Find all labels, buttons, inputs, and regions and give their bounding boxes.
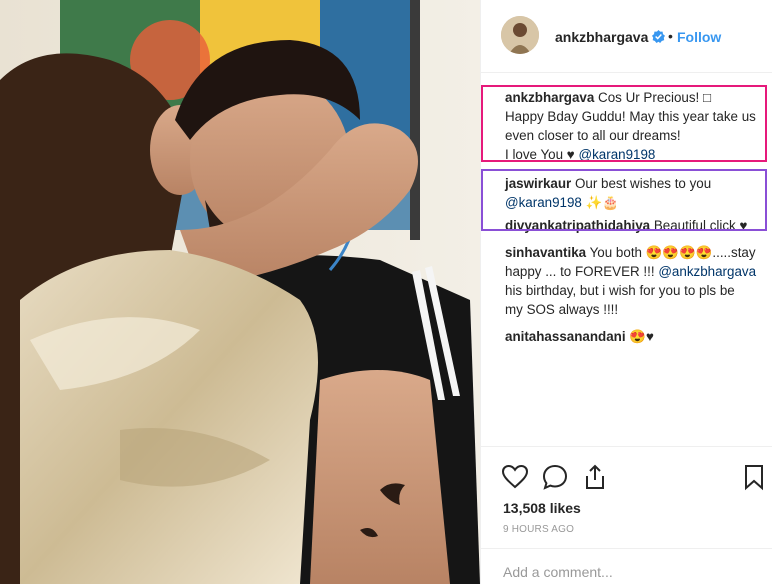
action-bar: [481, 446, 772, 507]
verified-badge-icon: [652, 30, 665, 43]
post-timestamp[interactable]: 9 HOURS AGO: [503, 524, 574, 535]
comment-text: 😍♥: [629, 329, 654, 344]
comment-item: sinhavantika You both 😍😍😍😍.....stay happ…: [481, 243, 772, 319]
post-header: ankzbhargava • Follow: [481, 0, 772, 73]
comment-text: Our best wishes to you: [574, 176, 712, 191]
heart-icon[interactable]: [501, 463, 529, 491]
header-username[interactable]: ankzbhargava: [555, 29, 648, 45]
comment-text-line-3: his birthday, but i wish for you to pls …: [505, 283, 735, 298]
post-photo[interactable]: [0, 0, 480, 584]
comment-item: jaswirkaur Our best wishes to you @karan…: [481, 174, 772, 212]
bookmark-icon[interactable]: [743, 463, 765, 491]
comment-item: divyankatripathidahiya Beautiful click ♥: [481, 216, 772, 235]
caption-username[interactable]: ankzbhargava: [505, 90, 594, 105]
comments-list: ankzbhargava Cos Ur Precious! □ Happy Bd…: [481, 84, 772, 346]
comment-item: anitahassanandani 😍♥: [481, 327, 772, 346]
comment-mention[interactable]: @karan9198: [505, 195, 582, 210]
caption-line-1: Cos Ur Precious! □: [598, 90, 712, 105]
add-comment-input[interactable]: Add a comment...: [503, 564, 613, 580]
add-comment-bar: Add a comment...: [481, 548, 772, 585]
comment-username[interactable]: jaswirkaur: [505, 176, 571, 191]
photo-illustration: [0, 0, 480, 584]
comment-username[interactable]: anitahassanandani: [505, 329, 626, 344]
caption-mention[interactable]: @karan9198: [579, 147, 656, 162]
comment-text-line-4: my SOS always !!!!: [505, 302, 619, 317]
caption-line-4: I love You ♥: [505, 147, 575, 162]
caption-line-3: even closer to all our dreams!: [505, 128, 681, 143]
comment-emoji: ✨🎂: [585, 195, 619, 210]
comment-text-line-2: happy ... to FOREVER !!!: [505, 264, 655, 279]
post-sidebar: ankzbhargava • Follow ankzbhargava Cos U…: [480, 0, 772, 584]
share-icon[interactable]: [581, 463, 609, 491]
follow-button[interactable]: Follow: [677, 29, 721, 45]
comment-icon[interactable]: [541, 463, 569, 491]
comment-username[interactable]: sinhavantika: [505, 245, 586, 260]
avatar-image: [501, 16, 539, 54]
header-separator: •: [668, 28, 673, 44]
avatar[interactable]: [501, 16, 539, 54]
comment-username[interactable]: divyankatripathidahiya: [505, 218, 650, 233]
comment-text: You both 😍😍😍😍.....stay: [589, 245, 756, 260]
likes-count[interactable]: 13,508 likes: [503, 500, 581, 516]
comment-mention[interactable]: @ankzbhargava: [658, 264, 756, 279]
caption-line-2: Happy Bday Guddu! May this year take us: [505, 109, 756, 124]
caption: ankzbhargava Cos Ur Precious! □ Happy Bd…: [481, 84, 772, 164]
comment-text: Beautiful click ♥: [653, 218, 748, 233]
